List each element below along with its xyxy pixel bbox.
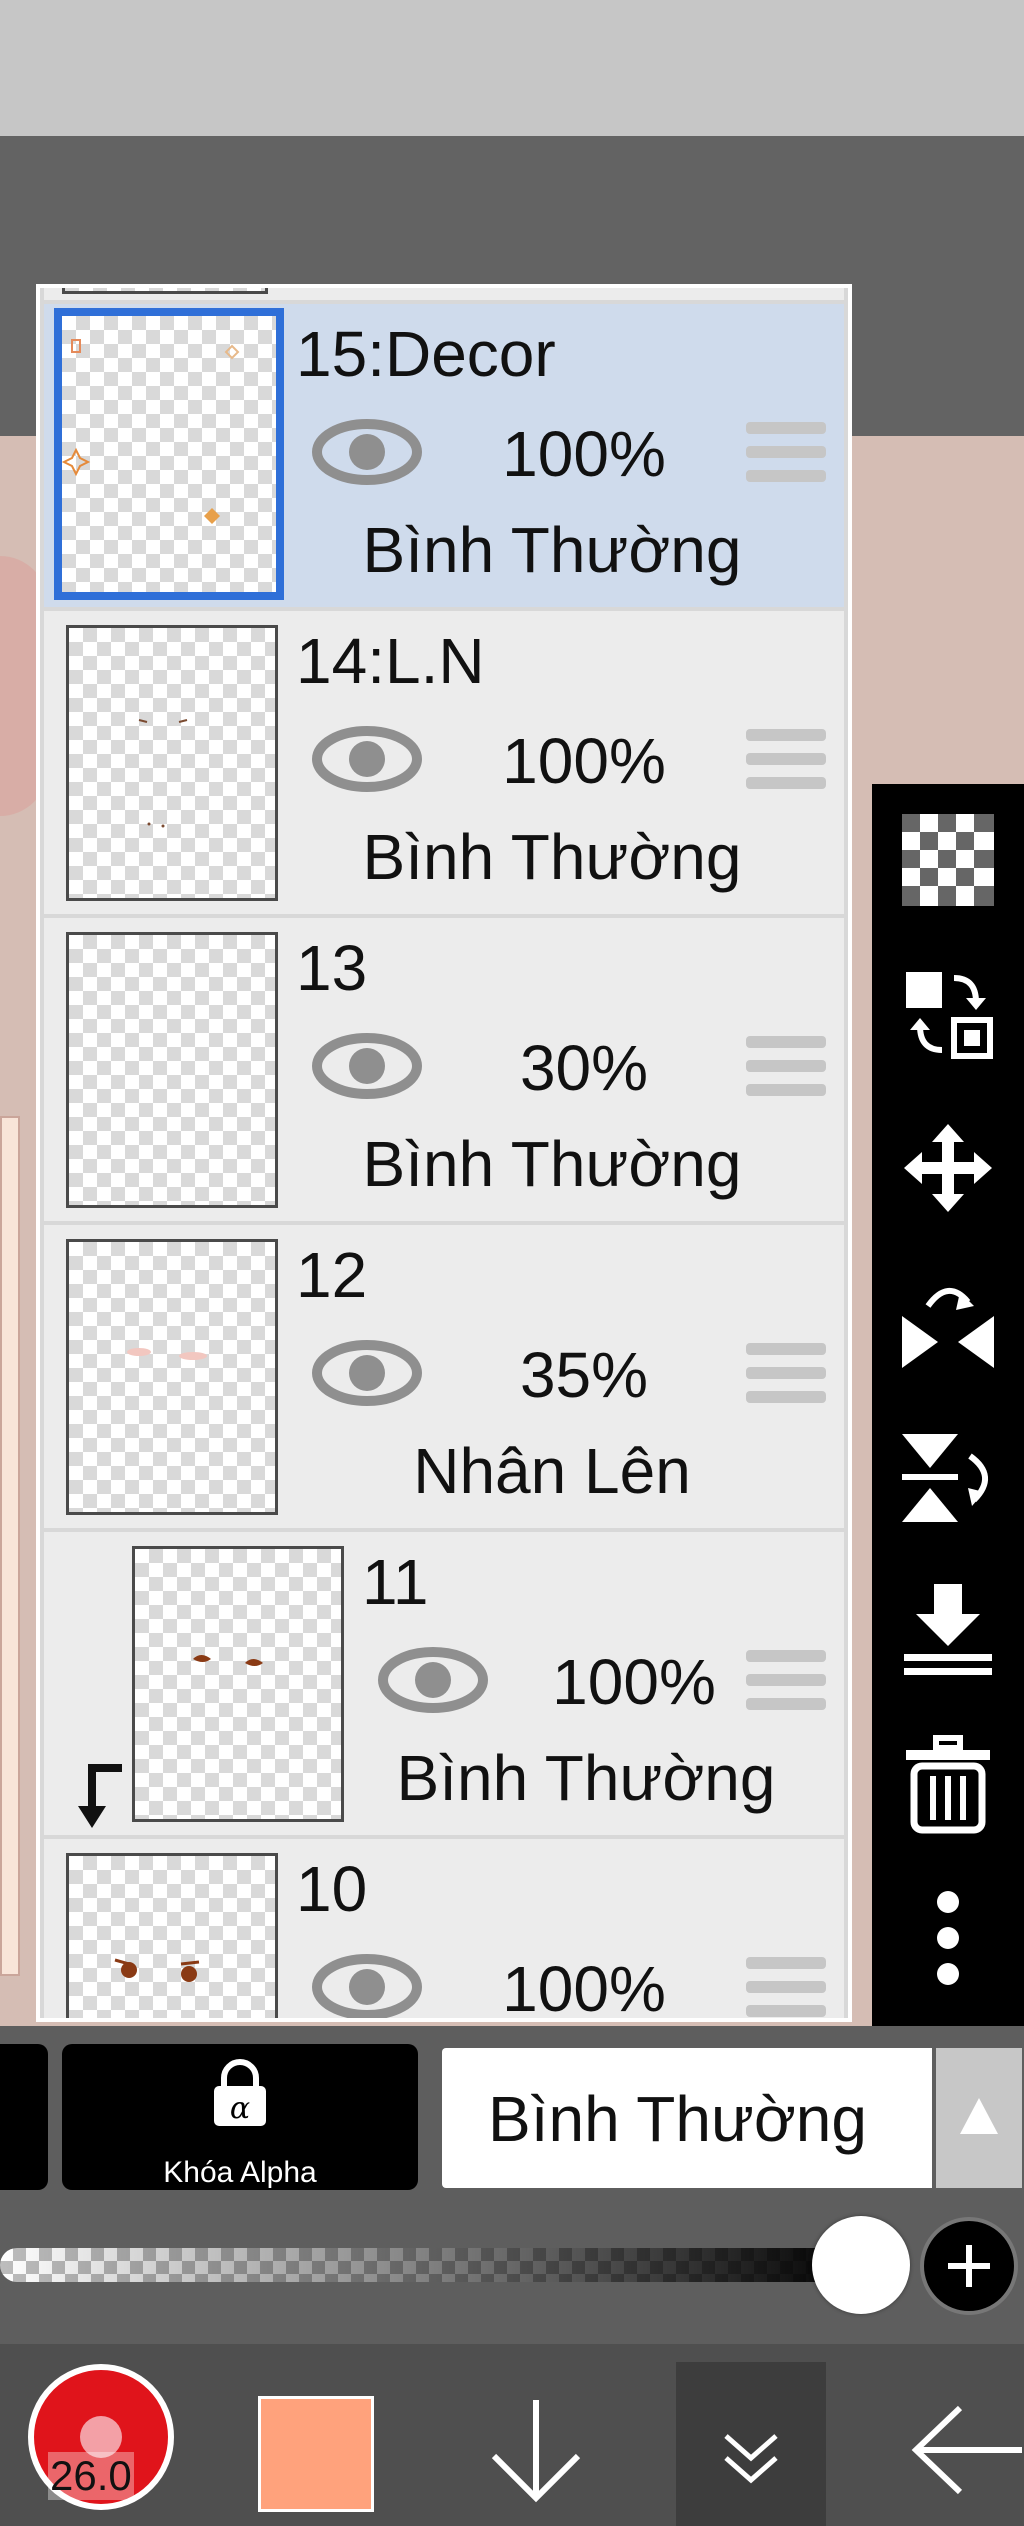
svg-text:α: α xyxy=(230,2091,250,2126)
decor-thumbnail-art xyxy=(61,339,240,524)
drag-handle-icon[interactable] xyxy=(746,1036,826,1100)
layer-row-12[interactable]: 12 35% Nhân Lên xyxy=(44,1225,844,1528)
layer-list[interactable]: 15:Decor 100% Bình Thường 14:L.N 100% Bì… xyxy=(40,288,848,2018)
layer-thumbnail-art xyxy=(114,1958,200,1982)
layer-thumbnail xyxy=(66,1239,278,1515)
layer-thumbnail xyxy=(62,288,268,294)
layer-blend-mode: Bình Thường xyxy=(362,1128,742,1200)
brush-size-value: 26.0 xyxy=(48,2452,134,2500)
layer-opacity: 35% xyxy=(519,1339,649,1411)
bottom-toolbar: 26.0 xyxy=(0,2344,1024,2526)
layer-blend-mode: Bình Thường xyxy=(362,821,742,893)
layer-name[interactable]: 11 xyxy=(362,1550,428,1614)
layer-thumbnail xyxy=(132,1546,344,1822)
layer-tools-toolbar xyxy=(872,784,1024,2026)
layer-name[interactable]: 13 xyxy=(296,936,367,1000)
drag-handle-icon[interactable] xyxy=(746,729,826,793)
layer-settings-panel: α Khóa Alpha Bình Thường 26.0 xyxy=(0,2026,1024,2526)
layer-opacity: 30% xyxy=(519,1032,649,1104)
layer-opacity: 100% xyxy=(502,1953,666,2018)
layer-row-partial[interactable] xyxy=(44,288,844,300)
layer-thumbnail xyxy=(54,308,284,600)
layer-blend-mode: Nhân Lên xyxy=(413,1435,691,1507)
drag-handle-icon[interactable] xyxy=(746,1343,826,1407)
trash-icon[interactable] xyxy=(898,1734,998,1834)
layer-thumbnail-art xyxy=(193,1655,263,1666)
layer-row-15[interactable]: 15:Decor 100% Bình Thường xyxy=(44,304,844,607)
eye-icon[interactable] xyxy=(312,1338,422,1408)
layer-thumbnail-art xyxy=(138,719,188,828)
flip-horizontal-icon[interactable] xyxy=(898,1272,998,1372)
layer-name[interactable]: 12 xyxy=(296,1243,367,1307)
layer-row-14[interactable]: 14:L.N 100% Bình Thường xyxy=(44,611,844,914)
layer-name[interactable]: 15:Decor xyxy=(296,322,556,386)
eye-icon[interactable] xyxy=(312,1952,422,2018)
plus-icon xyxy=(948,2245,990,2287)
drag-handle-icon[interactable] xyxy=(746,1650,826,1714)
double-chevron-down-icon xyxy=(724,2434,778,2484)
opacity-slider-handle[interactable] xyxy=(812,2216,910,2314)
drag-handle-icon[interactable] xyxy=(746,1957,826,2018)
color-swatch[interactable] xyxy=(258,2396,374,2512)
more-icon[interactable] xyxy=(898,1888,998,1988)
drag-handle-icon[interactable] xyxy=(746,422,826,486)
layer-thumbnail xyxy=(66,1853,278,2018)
expand-panel-button[interactable] xyxy=(676,2362,826,2526)
eye-icon[interactable] xyxy=(378,1645,488,1715)
layer-thumbnail xyxy=(66,625,278,901)
opacity-slider[interactable] xyxy=(0,2248,860,2282)
clipping-button[interactable] xyxy=(0,2044,48,2190)
transparency-checker-icon[interactable] xyxy=(898,810,998,910)
opacity-increase-button[interactable] xyxy=(920,2217,1018,2315)
top-bar xyxy=(0,0,1024,136)
blend-mode-value: Bình Thường xyxy=(488,2083,867,2155)
merge-down-icon[interactable] xyxy=(898,1580,998,1680)
blend-mode-dropdown-button[interactable] xyxy=(936,2048,1022,2188)
layer-blend-mode: Bình Thường xyxy=(362,514,742,586)
blend-mode-select[interactable]: Bình Thường xyxy=(442,2048,932,2188)
brush-size-button[interactable]: 26.0 xyxy=(28,2364,174,2510)
layer-opacity: 100% xyxy=(502,725,666,797)
eye-icon[interactable] xyxy=(312,724,422,794)
layer-row-10[interactable]: 10 100% xyxy=(44,1839,844,2018)
canvas-artwork xyxy=(0,1116,20,1976)
move-icon[interactable] xyxy=(898,1118,998,1218)
eye-icon[interactable] xyxy=(312,417,422,487)
arrow-down-icon[interactable] xyxy=(486,2396,586,2506)
alpha-lock-label: Khóa Alpha xyxy=(163,2156,317,2189)
swap-layers-icon[interactable] xyxy=(898,964,998,1064)
alpha-lock-button[interactable]: α Khóa Alpha xyxy=(62,2044,418,2190)
layer-panel[interactable]: 15:Decor 100% Bình Thường 14:L.N 100% Bì… xyxy=(36,284,852,2022)
layer-blend-mode: Bình Thường xyxy=(396,1742,776,1814)
layer-row-11[interactable]: 11 100% Bình Thường xyxy=(44,1532,844,1835)
clipping-arrow-icon xyxy=(78,1764,122,1828)
lock-icon: α xyxy=(214,2059,266,2126)
layer-name[interactable]: 10 xyxy=(296,1857,367,1921)
layer-opacity: 100% xyxy=(502,418,666,490)
layer-opacity: 100% xyxy=(552,1646,716,1718)
layer-thumbnail xyxy=(66,932,278,1208)
layer-thumbnail-art xyxy=(127,1348,207,1360)
layer-row-13[interactable]: 13 30% Bình Thường xyxy=(44,918,844,1221)
back-arrow-icon[interactable] xyxy=(910,2400,1024,2500)
flip-vertical-icon[interactable] xyxy=(898,1426,998,1526)
layer-name[interactable]: 14:L.N xyxy=(296,629,485,693)
triangle-up-icon xyxy=(960,2098,998,2134)
eye-icon[interactable] xyxy=(312,1031,422,1101)
